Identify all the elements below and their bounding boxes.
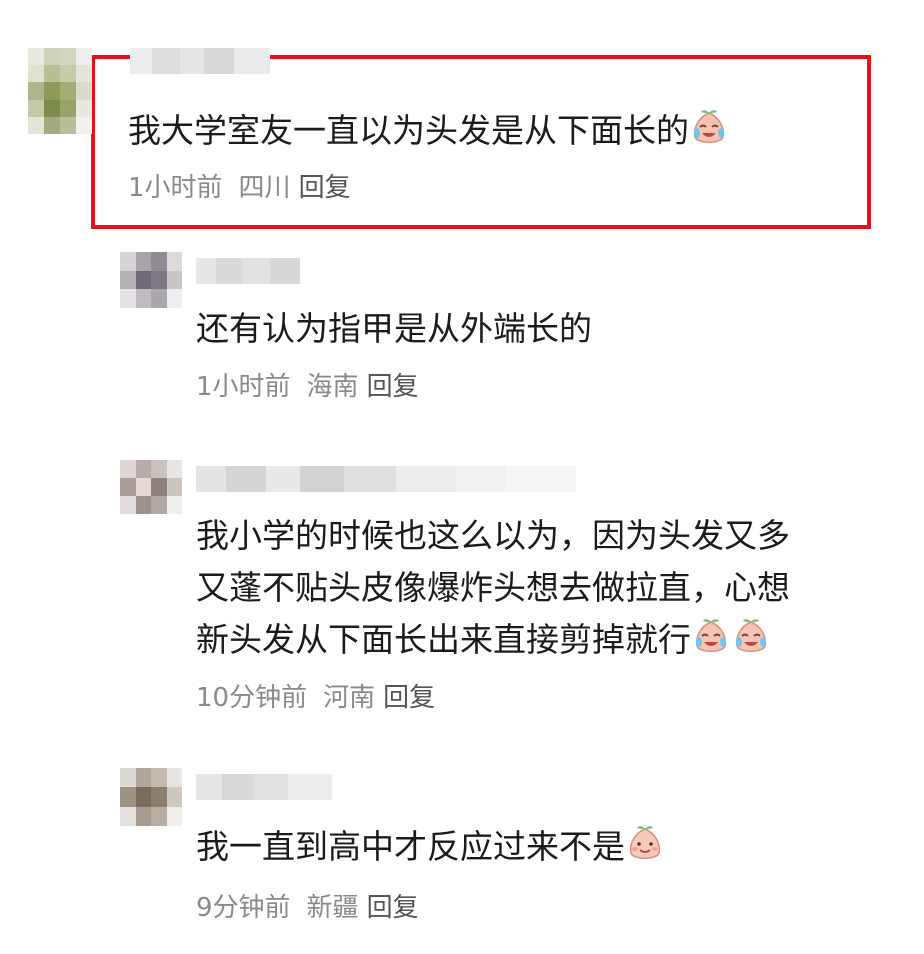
comment-meta: 10分钟前 河南 回复 [196,681,435,715]
comment-text-line-with-emoji: 新头发从下面长出来直接剪掉就行 [196,614,790,666]
avatar[interactable] [120,768,182,826]
reply-button[interactable]: 回复 [299,173,351,203]
timestamp: 1小时前 [196,372,291,402]
reply-button[interactable]: 回复 [367,372,419,402]
username-blurred[interactable] [130,48,270,74]
smiling-peach-emoji-icon [629,826,661,859]
location: 海南 [306,372,359,402]
comment-text: 我小学的时候也这么以为，因为头发又多 又蓬不贴头皮像爆炸头想去做拉直，心想 新头… [196,510,790,666]
timestamp: 1小时前 [128,173,223,203]
laughing-crying-peach-emoji-icon [735,619,767,652]
comment-text: 还有认为指甲是从外端长的 [196,309,592,348]
location: 四川 [238,173,291,203]
avatar[interactable] [120,252,182,308]
username-blurred[interactable] [196,774,332,800]
comment-meta: 1小时前 海南 回复 [196,370,419,404]
comment-text-line: 我小学的时候也这么以为，因为头发又多 [196,516,790,555]
location: 河南 [323,683,376,713]
timestamp: 9分钟前 [196,893,291,923]
location: 新疆 [306,893,359,923]
reply-button[interactable]: 回复 [383,683,435,713]
username-blurred[interactable] [196,466,576,492]
comment-text-line: 又蓬不贴头皮像爆炸头想去做拉直，心想 [196,568,790,607]
comment-meta: 9分钟前 新疆 回复 [196,891,419,925]
reply-button[interactable]: 回复 [367,893,419,923]
timestamp: 10分钟前 [196,683,308,713]
comment-text: 我一直到高中才反应过来不是 [196,820,665,873]
comment-text: 我大学室友一直以为头发是从下面长的 [128,104,729,157]
comment-meta: 1小时前 四川 回复 [128,171,351,205]
avatar[interactable] [120,460,182,514]
avatar[interactable] [28,48,92,134]
laughing-crying-peach-emoji-icon [695,619,727,652]
username-blurred[interactable] [196,258,300,284]
laughing-crying-peach-emoji-icon [693,110,725,143]
